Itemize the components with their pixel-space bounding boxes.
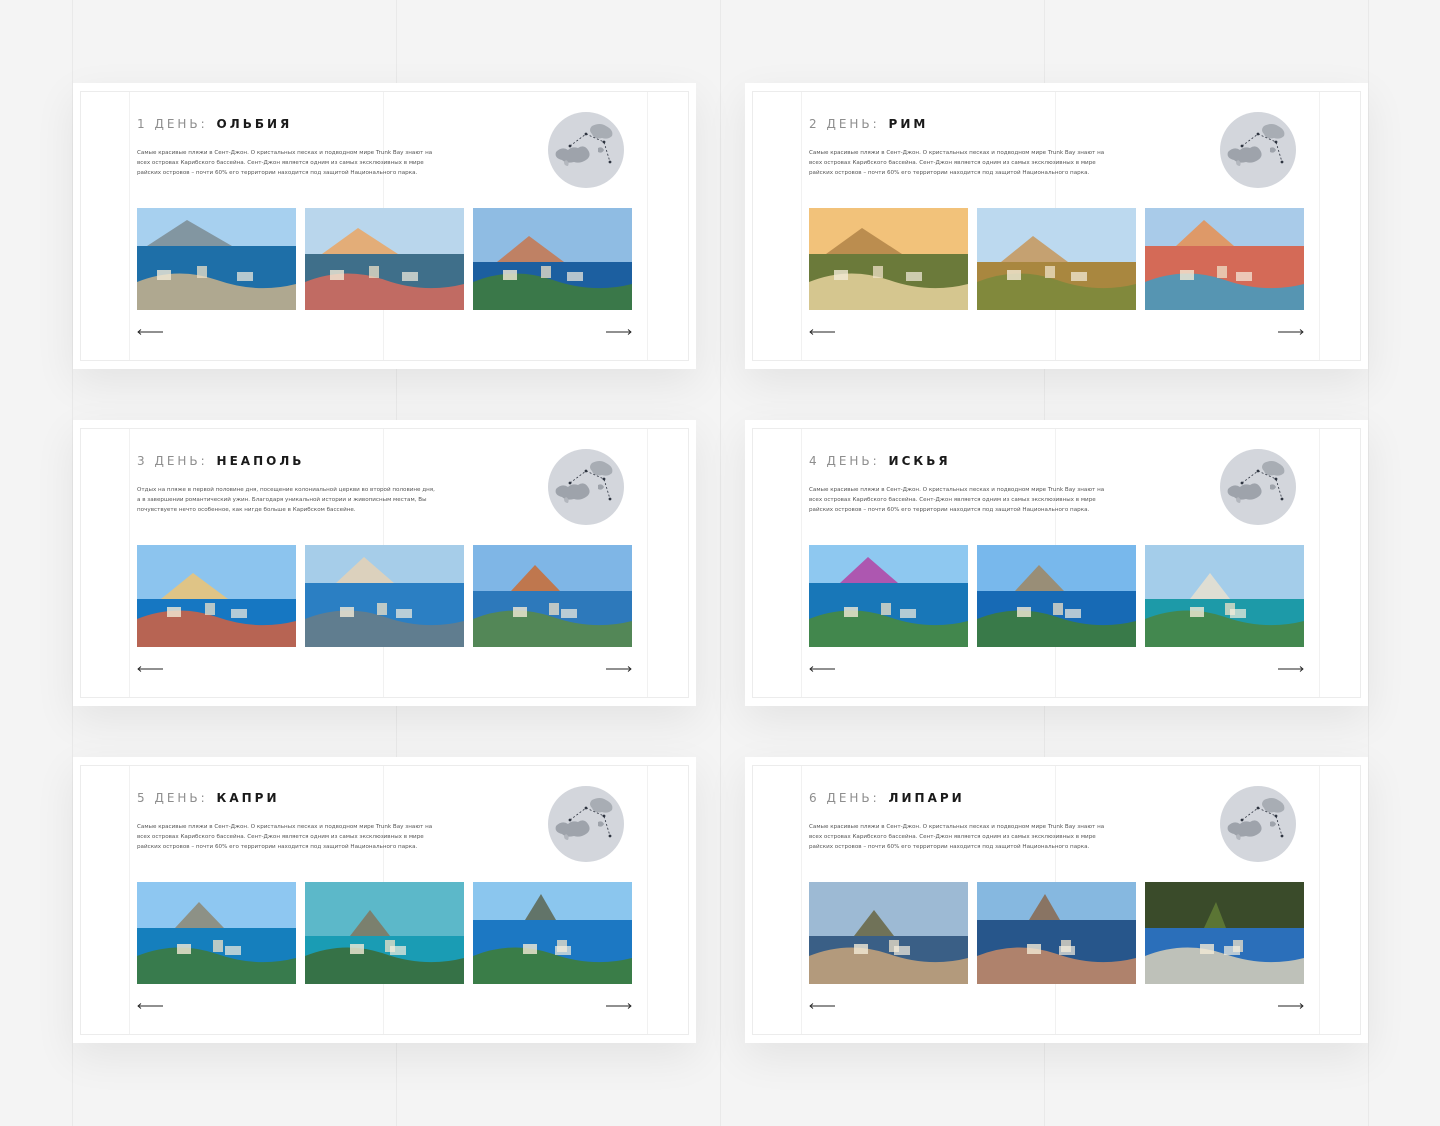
card-frame: 1 ДЕНЬ: ОЛЬБИЯ Самые красивые пляжи в Се… bbox=[80, 91, 689, 361]
day-description: Самые красивые пляжи в Сент-Джон. О крис… bbox=[137, 824, 433, 850]
city-name: КАПРИ bbox=[216, 791, 280, 805]
capri-cliffs-boats-photo[interactable] bbox=[137, 882, 296, 984]
grid-line bbox=[1368, 0, 1369, 1126]
day-card-3: 3 ДЕНЬ: НЕАПОЛЬ Отдых на пляже в первой … bbox=[73, 420, 696, 706]
day-description: Отдых на пляже в первой половине дня, по… bbox=[137, 487, 435, 513]
day-number: 4 ДЕНЬ: bbox=[809, 454, 880, 468]
city-name: НЕАПОЛЬ bbox=[216, 454, 305, 468]
day-title: 1 ДЕНЬ: ОЛЬБИЯ bbox=[137, 117, 292, 131]
day-number: 6 ДЕНЬ: bbox=[809, 791, 880, 805]
layout-guide bbox=[1319, 92, 1320, 360]
day-number: 2 ДЕНЬ: bbox=[809, 117, 880, 131]
city-name: РИМ bbox=[888, 117, 929, 131]
arrow-right-icon[interactable] bbox=[1278, 1002, 1304, 1010]
colosseum-photo[interactable] bbox=[809, 208, 968, 310]
day-description: Самые красивые пляжи в Сент-Джон. О крис… bbox=[809, 150, 1105, 176]
day-number: 3 ДЕНЬ: bbox=[137, 454, 208, 468]
layout-guide bbox=[1319, 429, 1320, 697]
day-title: 5 ДЕНЬ: КАПРИ bbox=[137, 791, 280, 805]
layout-guide bbox=[801, 92, 802, 360]
ischia-causeway-photo[interactable] bbox=[1145, 545, 1304, 647]
day-card-6: 6 ДЕНЬ: ЛИПАРИ Самые красивые пляжи в Се… bbox=[745, 757, 1368, 1043]
day-description: Самые красивые пляжи в Сент-Джон. О крис… bbox=[809, 487, 1105, 513]
layout-guide bbox=[1319, 766, 1320, 1034]
roman-forum-photo[interactable] bbox=[977, 208, 1136, 310]
layout-guide bbox=[801, 766, 802, 1034]
route-map-icon[interactable] bbox=[1220, 449, 1296, 525]
photo-row bbox=[809, 545, 1304, 647]
arrow-left-icon[interactable] bbox=[809, 1002, 835, 1010]
route-map-icon[interactable] bbox=[548, 786, 624, 862]
day-title: 3 ДЕНЬ: НЕАПОЛЬ bbox=[137, 454, 304, 468]
card-frame: 2 ДЕНЬ: РИМ Самые красивые пляжи в Сент-… bbox=[752, 91, 1361, 361]
city-name: ОЛЬБИЯ bbox=[216, 117, 293, 131]
card-frame: 3 ДЕНЬ: НЕАПОЛЬ Отдых на пляже в первой … bbox=[80, 428, 689, 698]
route-map-icon[interactable] bbox=[548, 449, 624, 525]
faraglioni-rocks-photo[interactable] bbox=[473, 882, 632, 984]
city-name: ИСКЬЯ bbox=[888, 454, 951, 468]
day-number: 1 ДЕНЬ: bbox=[137, 117, 208, 131]
arrow-left-icon[interactable] bbox=[137, 665, 163, 673]
card-frame: 5 ДЕНЬ: КАПРИ Самые красивые пляжи в Сен… bbox=[80, 765, 689, 1035]
coastal-town-bay-photo[interactable] bbox=[473, 208, 632, 310]
layout-guide bbox=[647, 92, 648, 360]
day-card-2: 2 ДЕНЬ: РИМ Самые красивые пляжи в Сент-… bbox=[745, 83, 1368, 369]
day-description: Самые красивые пляжи в Сент-Джон. О крис… bbox=[809, 824, 1105, 850]
capri-serpentine-road-photo[interactable] bbox=[305, 882, 464, 984]
layout-guide bbox=[647, 766, 648, 1034]
photo-row bbox=[137, 882, 632, 984]
route-map-icon[interactable] bbox=[548, 112, 624, 188]
layout-guide bbox=[129, 92, 130, 360]
day-title: 4 ДЕНЬ: ИСКЬЯ bbox=[809, 454, 951, 468]
card-frame: 6 ДЕНЬ: ЛИПАРИ Самые красивые пляжи в Се… bbox=[752, 765, 1361, 1035]
arrow-left-icon[interactable] bbox=[809, 665, 835, 673]
arrow-left-icon[interactable] bbox=[809, 328, 835, 336]
arrow-right-icon[interactable] bbox=[606, 1002, 632, 1010]
route-map-icon[interactable] bbox=[1220, 786, 1296, 862]
day-description: Самые красивые пляжи в Сент-Джон. О крис… bbox=[137, 150, 433, 176]
arrow-right-icon[interactable] bbox=[1278, 665, 1304, 673]
photo-row bbox=[137, 545, 632, 647]
arrow-right-icon[interactable] bbox=[606, 665, 632, 673]
grid-line bbox=[720, 0, 721, 1126]
layout-guide bbox=[647, 429, 648, 697]
layout-guide bbox=[129, 766, 130, 1034]
photo-row bbox=[809, 882, 1304, 984]
day-card-4: 4 ДЕНЬ: ИСКЬЯ Самые красивые пляжи в Сен… bbox=[745, 420, 1368, 706]
day-title: 6 ДЕНЬ: ЛИПАРИ bbox=[809, 791, 965, 805]
arrow-left-icon[interactable] bbox=[137, 1002, 163, 1010]
day-title: 2 ДЕНЬ: РИМ bbox=[809, 117, 928, 131]
island-rock-sea-photo[interactable] bbox=[137, 208, 296, 310]
aragonese-castle-photo[interactable] bbox=[977, 545, 1136, 647]
arrow-right-icon[interactable] bbox=[606, 328, 632, 336]
spanish-steps-fountain-photo[interactable] bbox=[1145, 208, 1304, 310]
cave-view-lipari-photo[interactable] bbox=[1145, 882, 1304, 984]
naples-bay-vesuvius-photo[interactable] bbox=[305, 545, 464, 647]
positano-cliffs-photo[interactable] bbox=[137, 545, 296, 647]
arrow-right-icon[interactable] bbox=[1278, 328, 1304, 336]
day-number: 5 ДЕНЬ: bbox=[137, 791, 208, 805]
day-card-5: 5 ДЕНЬ: КАПРИ Самые красивые пляжи в Сен… bbox=[73, 757, 696, 1043]
vulcano-island-photo[interactable] bbox=[977, 882, 1136, 984]
photo-row bbox=[809, 208, 1304, 310]
layout-guide bbox=[129, 429, 130, 697]
route-map-icon[interactable] bbox=[1220, 112, 1296, 188]
flowers-sea-island-photo[interactable] bbox=[809, 545, 968, 647]
colorful-harbor-town-photo[interactable] bbox=[305, 208, 464, 310]
city-name: ЛИПАРИ bbox=[888, 791, 965, 805]
layout-guide bbox=[801, 429, 802, 697]
naples-city-view-photo[interactable] bbox=[473, 545, 632, 647]
aeolian-islands-aerial-photo[interactable] bbox=[809, 882, 968, 984]
photo-row bbox=[137, 208, 632, 310]
arrow-left-icon[interactable] bbox=[137, 328, 163, 336]
day-card-1: 1 ДЕНЬ: ОЛЬБИЯ Самые красивые пляжи в Се… bbox=[73, 83, 696, 369]
card-frame: 4 ДЕНЬ: ИСКЬЯ Самые красивые пляжи в Сен… bbox=[752, 428, 1361, 698]
